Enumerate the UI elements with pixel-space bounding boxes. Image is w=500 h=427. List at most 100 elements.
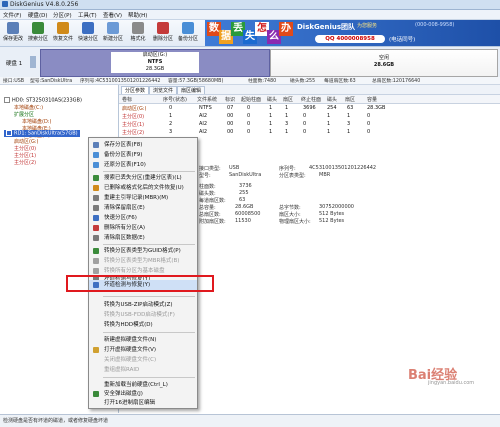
menu-item-rebuild-mbr[interactable]: 重建主引导记录(MBR)(M) <box>89 193 197 203</box>
tree-item[interactable]: 主分区(1) <box>14 152 36 159</box>
window-title: DiskGenius V4.8.0.256 <box>10 1 79 8</box>
open-icon <box>93 347 99 353</box>
watermark-url: jingyan.baidu.com <box>428 380 475 386</box>
prev-disk-button[interactable] <box>30 56 36 68</box>
delete-partition-button[interactable]: 删除分区 <box>152 21 174 45</box>
col-header[interactable]: 文件系统 <box>197 96 217 103</box>
menu-partition[interactable]: 分区(P) <box>53 11 72 19</box>
banner-tile: 办 <box>279 22 293 36</box>
menu-item-restore-partition-table[interactable]: 还原分区表(F10) <box>89 160 197 170</box>
col-header[interactable]: 卷标 <box>122 96 132 103</box>
banner-tel-small: (000-008-9958) <box>415 22 455 28</box>
menu-view[interactable]: 查看(V) <box>103 11 122 19</box>
tab-browse-files[interactable]: 浏览文件 <box>149 86 178 94</box>
search-partition-icon <box>32 22 44 34</box>
quick-partition-icon <box>82 22 94 34</box>
menu-item-usb-zip[interactable]: 转换为USB-ZIP启动模式(Z) <box>89 300 197 310</box>
menu-separator <box>103 377 195 378</box>
col-header[interactable]: 标识 <box>225 96 235 103</box>
save-icon <box>7 22 19 34</box>
menu-item-open-virtual-disk[interactable]: 打开虚拟硬盘文件(V) <box>89 345 197 355</box>
col-header[interactable]: 起始柱面 <box>241 96 261 103</box>
tree-item[interactable]: 主分区(0) <box>14 145 36 152</box>
menu-item-hex-editor[interactable]: 打开16进制扇区编辑 <box>89 398 197 408</box>
backup-partition-button[interactable]: 备份分区 <box>177 21 199 45</box>
menu-item-clear-reserved-sectors[interactable]: 清除保留扇区(E) <box>89 203 197 213</box>
delete-icon <box>93 225 99 231</box>
recover-icon <box>93 185 99 191</box>
menu-item-quick-partition[interactable]: 快速分区(F6) <box>89 213 197 223</box>
menu-help[interactable]: 帮助(H) <box>128 11 147 19</box>
menu-tools[interactable]: 工具(T) <box>78 11 97 19</box>
tree-item[interactable]: 扩展分区 <box>14 111 34 118</box>
col-header[interactable]: 扇区 <box>345 96 355 103</box>
menu-item-convert-guid[interactable]: 转换分区表类型为GUID格式(P) <box>89 246 197 256</box>
col-header[interactable]: 磁头 <box>267 96 277 103</box>
recover-files-button[interactable]: 恢复文件 <box>52 21 74 45</box>
menu-bar: 文件(F) 硬盘(D) 分区(P) 工具(T) 查看(V) 帮助(H) <box>0 10 500 20</box>
menu-item-recover-deleted-files[interactable]: 已删除或格式化后的文件恢复(U) <box>89 183 197 193</box>
tab-sector-edit[interactable]: 扇区编辑 <box>177 86 206 94</box>
table-row[interactable]: 主分区(0) 1 AI2 00 0 1 1 0 1 1 0 <box>119 112 500 120</box>
col-header[interactable]: 终止柱面 <box>301 96 321 103</box>
tree-disk-1[interactable]: RD1: SanDiskUltra(57GB) <box>4 130 80 137</box>
menu-item-hdd-mode[interactable]: 转换为HDD模式(D) <box>89 320 197 330</box>
tree-item[interactable]: 启动区(G:) <box>14 138 38 145</box>
tree-item[interactable]: 本地磁盘(D:) <box>22 118 51 125</box>
delete-partition-icon <box>157 22 169 34</box>
quick-partition-button[interactable]: 快速分区 <box>77 21 99 45</box>
highlight-box <box>66 275 214 292</box>
disk-info-bar: 接口:USB 型号:SanDiskUltra 序列号:4C53100135012… <box>0 77 500 85</box>
clear-icon <box>93 205 99 211</box>
partition-block-boot[interactable]: 启动区(G:) NTFS 28.3GB <box>40 49 270 77</box>
erase-icon <box>93 235 99 241</box>
save-icon <box>93 142 99 148</box>
new-partition-icon <box>107 22 119 34</box>
quick-partition-icon <box>93 215 99 221</box>
menu-separator <box>103 296 195 297</box>
col-header[interactable]: 扇区 <box>283 96 293 103</box>
menu-item-virtual-raid: 重组虚拟RAID <box>104 367 140 373</box>
menu-disk[interactable]: 硬盘(D) <box>28 11 48 19</box>
menu-separator <box>103 171 195 172</box>
table-row[interactable]: 主分区(1) 2 AI2 00 0 1 3 0 1 3 0 <box>119 120 500 128</box>
col-header[interactable]: 容量 <box>367 96 377 103</box>
table-row[interactable]: 主分区(2) 3 AI2 00 0 1 1 0 1 1 0 <box>119 128 500 136</box>
convert-icon <box>93 248 99 254</box>
menu-item-backup-partition-table[interactable]: 备份分区表(F9) <box>89 150 197 160</box>
convert-mbr-icon <box>93 258 99 264</box>
col-header[interactable]: 磁头 <box>327 96 337 103</box>
partition-block-label: 启动区(G:) NTFS 28.3GB <box>111 52 199 73</box>
backup-partition-icon <box>182 22 194 34</box>
context-menu: 保存分区表(F8) 备份分区表(F9) 还原分区表(F10) 搜索已丢失分区(重… <box>88 137 198 409</box>
save-button[interactable]: 保存更改 <box>2 21 24 45</box>
menu-item-new-virtual-disk[interactable]: 新建虚拟硬盘文件(N) <box>89 335 197 345</box>
format-button[interactable]: 格式化 <box>127 21 149 45</box>
mbr-icon <box>93 195 99 201</box>
app-icon <box>2 1 8 7</box>
table-row[interactable]: 启动区(G:) 0 NTFS 07 0 1 1 3696 254 63 28.3GB <box>119 104 500 112</box>
backup-icon <box>93 152 99 158</box>
partition-block-free[interactable]: 空闲 28.6GB <box>270 49 498 77</box>
search-partition-button[interactable]: 搜索分区 <box>27 21 49 45</box>
col-header[interactable]: 序号(状态) <box>163 96 187 103</box>
tree-item[interactable]: 主分区(2) <box>14 159 36 166</box>
banner-tel: (电话同号) <box>389 37 416 43</box>
menu-item-save-partition-table[interactable]: 保存分区表(F8) <box>89 140 197 150</box>
menu-item-erase-sector-data[interactable]: 清除扇区数据(E) <box>89 233 197 243</box>
tree-disk-0[interactable]: HD0: ST3250310AS(233GB) <box>4 97 82 104</box>
banner-sub: 为您服务 <box>357 23 378 29</box>
menu-item-search-lost-partition[interactable]: 搜索已丢失分区(重建分区表)(L) <box>89 173 197 183</box>
menu-item-convert-mbr: 转换分区表类型为MBR格式(B) <box>89 256 197 266</box>
menu-item-delete-all-partitions[interactable]: 删除所有分区(A) <box>89 223 197 233</box>
menu-item-usb-fdd: 转换为USB-FDD启动模式(F) <box>104 312 175 318</box>
restore-icon <box>93 162 99 168</box>
new-partition-button[interactable]: 新建分区 <box>102 21 124 45</box>
menu-file[interactable]: 文件(F) <box>3 11 21 19</box>
tree-item[interactable]: 本地磁盘(C:) <box>14 104 43 111</box>
tab-partition-params[interactable]: 分区参数 <box>121 86 150 94</box>
menu-separator <box>103 244 195 245</box>
ad-banner[interactable]: 数 据 丢 失 怎 么 办 DiskGenius团队 为您服务 (000-008… <box>205 20 500 46</box>
menu-item-close-virtual-disk: 关闭虚拟硬盘文件(C) <box>104 357 157 363</box>
status-text: 检测硬盘是否有坏道的磁道，或者修复硬盘坏道 <box>3 418 109 424</box>
